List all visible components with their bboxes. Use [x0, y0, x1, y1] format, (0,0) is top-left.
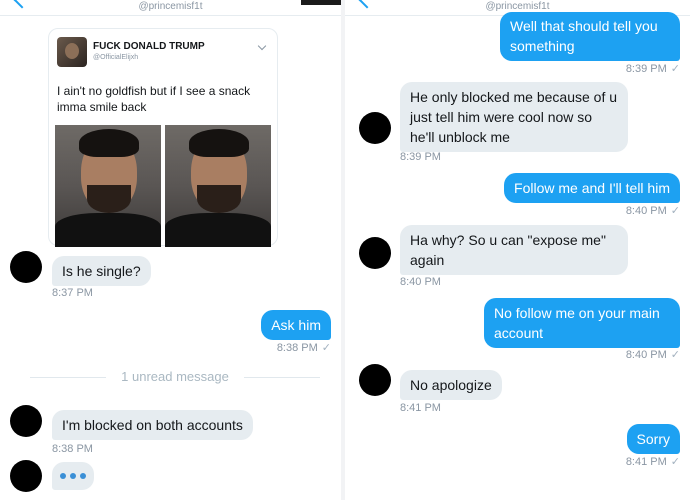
message-bubble-incoming[interactable]: He only blocked me because of u just tel… [400, 82, 628, 152]
timestamp-text: 8:41 PM [400, 402, 441, 414]
timestamp-text: 8:38 PM [276, 342, 318, 354]
conversation-panel-left: @princemisf1t FUCK DONALD TRUMP @Officia… [0, 0, 341, 500]
timestamp-text: 8:39 PM [400, 151, 441, 163]
check-icon: ✓ [670, 349, 680, 361]
tweet-photo-2[interactable] [165, 125, 271, 247]
message-bubble-outgoing[interactable]: Ask him [261, 310, 331, 340]
message-bubble-incoming[interactable]: Is he single? [52, 256, 151, 286]
header-handle[interactable]: @princemisf1t [0, 1, 341, 13]
conversation-header: @princemisf1t [0, 0, 341, 16]
message-bubble-outgoing[interactable]: Well that should tell you something [500, 12, 680, 61]
timestamp-text: 8:41 PM [625, 456, 667, 468]
typing-dots-icon [52, 462, 94, 490]
check-icon: ✓ [670, 205, 680, 217]
timestamp-text: 8:40 PM [400, 276, 441, 288]
header-edge-bar [301, 0, 341, 5]
check-icon: ✓ [321, 342, 331, 354]
message-bubble-outgoing[interactable]: No follow me on your main account [484, 298, 680, 348]
message-bubble-incoming[interactable]: Ha why? So u can "expose me" again [400, 225, 628, 275]
avatar[interactable] [10, 405, 42, 437]
conversation-panel-right: @princemisf1t Well that should tell you … [345, 0, 690, 500]
timestamp-text: 8:40 PM [625, 205, 667, 217]
timestamp-text: 8:40 PM [625, 349, 667, 361]
chevron-down-icon[interactable] [257, 41, 267, 51]
tweet-photo-1[interactable] [55, 125, 161, 247]
timestamp-text: 8:37 PM [52, 287, 93, 299]
message-timestamp: 8:39 PM [400, 151, 441, 163]
message-bubble-outgoing[interactable]: Follow me and I'll tell him [504, 173, 680, 203]
timestamp-text: 8:39 PM [625, 63, 667, 75]
message-timestamp: 8:40 PM ✓ [626, 204, 680, 217]
avatar[interactable] [359, 364, 391, 396]
avatar[interactable] [10, 460, 42, 492]
check-icon: ✓ [670, 456, 680, 468]
message-bubble-incoming[interactable]: I'm blocked on both accounts [52, 410, 253, 440]
avatar[interactable] [359, 112, 391, 144]
check-icon: ✓ [670, 63, 680, 75]
tweet-author-name: FUCK DONALD TRUMP [93, 41, 205, 52]
message-timestamp: 8:41 PM ✓ [626, 455, 680, 468]
message-timestamp: 8:39 PM ✓ [626, 62, 680, 75]
message-timestamp: 8:41 PM [400, 402, 441, 414]
avatar[interactable] [10, 251, 42, 283]
timestamp-text: 8:38 PM [52, 443, 93, 455]
tweet-text: I ain't no goldfish but if I see a snack… [57, 84, 251, 114]
tweet-author-handle: @OfficialElijxh [93, 54, 139, 61]
shared-tweet-card[interactable]: FUCK DONALD TRUMP @OfficialElijxh I ain'… [48, 28, 278, 247]
message-timestamp: 8:38 PM ✓ [277, 341, 331, 354]
tweet-header: FUCK DONALD TRUMP @OfficialElijxh [57, 37, 269, 73]
unread-divider: 1 unread message [30, 368, 320, 386]
message-bubble-incoming[interactable]: No apologize [400, 370, 502, 400]
message-timestamp: 8:40 PM ✓ [626, 348, 680, 361]
message-timestamp: 8:40 PM [400, 276, 441, 288]
message-timestamp: 8:37 PM [52, 287, 93, 299]
message-bubble-outgoing[interactable]: Sorry [626, 424, 680, 454]
avatar[interactable] [359, 237, 391, 269]
tweet-avatar[interactable] [57, 37, 87, 67]
message-timestamp: 8:38 PM [52, 443, 93, 455]
